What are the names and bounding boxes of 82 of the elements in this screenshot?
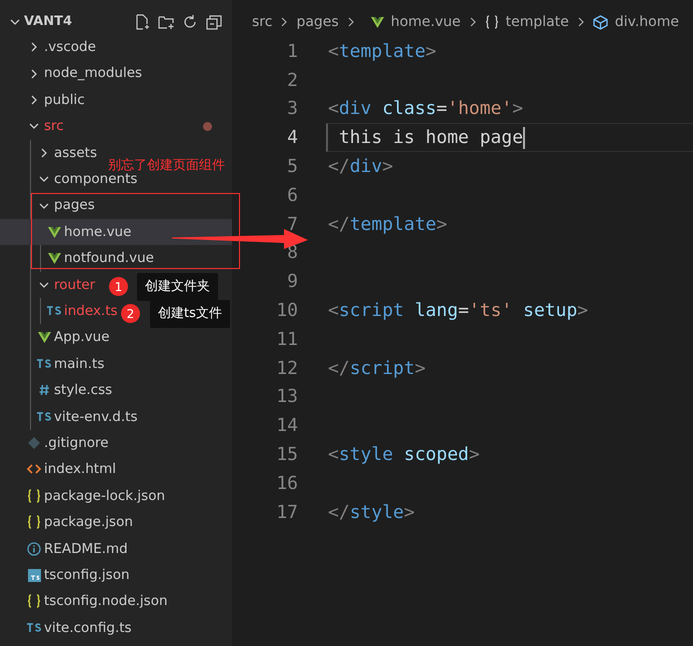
tree-item[interactable]: package-lock.json xyxy=(26,488,166,504)
line-number: 14 xyxy=(275,414,298,438)
chevron-right-icon xyxy=(280,17,288,27)
line-number: 7 xyxy=(286,212,298,237)
vue-icon xyxy=(48,226,60,238)
vue-icon xyxy=(48,252,60,264)
breadcrumb-item[interactable]: template xyxy=(506,12,569,32)
tree-item[interactable]: public xyxy=(26,92,85,108)
code-brackets-icon xyxy=(27,464,41,474)
tree-item[interactable]: components xyxy=(36,171,138,188)
line-number: 3 xyxy=(286,97,298,122)
tree-item[interactable]: router xyxy=(36,276,96,293)
tree-item[interactable]: vite.config.ts xyxy=(26,620,132,636)
tree-item[interactable]: .vscode xyxy=(26,39,96,56)
code-text: <script lang='ts' setup> xyxy=(328,299,588,324)
tree-item[interactable]: vite-env.d.ts xyxy=(36,408,138,425)
line-number: 16 xyxy=(275,472,298,496)
line-number: 12 xyxy=(275,356,298,381)
tree-item[interactable]: README.md xyxy=(26,540,128,557)
code-text: <style scoped> xyxy=(328,443,480,468)
line-number: 1 xyxy=(286,40,298,64)
section-title: VANT4 xyxy=(24,13,72,32)
cube-icon xyxy=(592,14,608,30)
line-number: 13 xyxy=(275,385,298,410)
line-number: 5 xyxy=(286,155,298,180)
line-number: 9 xyxy=(286,270,298,294)
tree-item[interactable]: main.ts xyxy=(36,356,104,372)
tree-item[interactable]: node_modules xyxy=(26,65,142,82)
ts-file-icon xyxy=(36,412,52,422)
tree-item[interactable]: App.vue xyxy=(36,329,110,346)
new-file-icon[interactable] xyxy=(134,14,150,30)
callout-tooltip: 创建文件夹 xyxy=(137,273,218,300)
hash-icon xyxy=(38,384,50,396)
line-number: 15 xyxy=(275,443,298,468)
braces-icon xyxy=(27,488,41,503)
code-text: <div class='home'> xyxy=(328,97,524,122)
line-number: 4 xyxy=(286,126,298,150)
ts-file-icon xyxy=(46,306,62,316)
tree-item[interactable]: index.ts xyxy=(46,303,118,320)
vue-icon xyxy=(370,16,384,28)
chevron-right-icon xyxy=(576,17,585,27)
tree-item[interactable]: src xyxy=(26,118,64,134)
tree-item[interactable]: index.html xyxy=(26,461,116,478)
annotation-note: 别忘了创建页面组件 xyxy=(108,159,225,174)
ts-file-icon xyxy=(36,358,52,369)
new-folder-icon[interactable] xyxy=(158,14,174,30)
refresh-icon[interactable] xyxy=(182,14,198,30)
chevron-right-icon xyxy=(468,17,477,27)
chevron-right-icon xyxy=(346,17,355,27)
code-text: </style> xyxy=(328,500,415,525)
tree-item[interactable]: notfound.vue xyxy=(46,250,154,266)
info-icon xyxy=(27,542,41,556)
line-number: 17 xyxy=(275,500,298,525)
tree-item[interactable]: package.json xyxy=(26,514,133,530)
code-text: </div> xyxy=(328,155,394,180)
vue-icon xyxy=(38,331,50,344)
ts-config-icon xyxy=(28,568,40,582)
collapse-all-icon[interactable] xyxy=(206,14,222,30)
tree-item[interactable]: tsconfig.node.json xyxy=(26,593,168,610)
braces-icon xyxy=(484,15,499,29)
tree-item[interactable]: style.css xyxy=(36,382,112,398)
line-number: 11 xyxy=(275,328,298,352)
code-text: this is home page xyxy=(338,126,524,150)
line-number: 6 xyxy=(286,184,298,208)
tree-item[interactable]: pages xyxy=(36,197,95,214)
line-number: 10 xyxy=(275,299,298,324)
code-text: </template> xyxy=(328,212,448,237)
tree-item[interactable]: tsconfig.json xyxy=(26,566,130,584)
ts-file-icon xyxy=(26,622,42,633)
line-number: 2 xyxy=(286,68,298,93)
breadcrumb-item[interactable]: home.vue xyxy=(390,12,461,32)
diamond-icon xyxy=(27,436,41,450)
breadcrumb-item[interactable]: pages xyxy=(296,12,339,32)
code-text: </script> xyxy=(328,356,426,381)
braces-icon xyxy=(27,515,41,530)
breadcrumb-item[interactable]: div.home xyxy=(614,12,679,32)
callout-tooltip: 创建ts文件 xyxy=(150,300,230,328)
tree-item[interactable]: .gitignore xyxy=(26,434,109,452)
braces-icon xyxy=(27,594,41,608)
code-text: <template> xyxy=(328,40,436,64)
tree-item[interactable]: assets xyxy=(36,144,97,161)
breadcrumb-item[interactable]: src xyxy=(252,12,272,32)
